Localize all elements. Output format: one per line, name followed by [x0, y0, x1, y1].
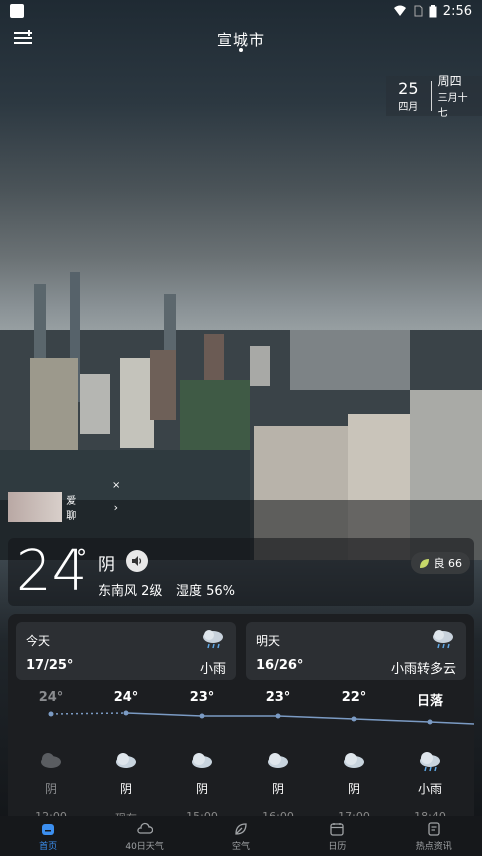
- date-box[interactable]: 25 四月 周四 三月十七: [386, 74, 482, 119]
- today-desc: 小雨: [199, 662, 226, 677]
- hour-condition: 阴: [44, 782, 57, 796]
- cloud-icon: [21, 752, 81, 768]
- aqi-value: 良 66: [433, 557, 463, 570]
- nav-40day[interactable]: 40日天气: [100, 821, 190, 852]
- bottom-nav: 首页 40日天气 空气 日历 热点资讯: [0, 816, 482, 856]
- cloud-icon: [324, 752, 384, 768]
- nav-home[interactable]: 首页: [3, 821, 93, 852]
- nav-calendar[interactable]: 日历: [292, 821, 382, 852]
- hour-condition: 阴: [119, 782, 132, 796]
- calendar-icon: [330, 822, 345, 836]
- hour-temp: 24°: [113, 690, 139, 705]
- aqi-badge[interactable]: 良 66: [410, 552, 470, 574]
- nav-label: 40日天气: [125, 841, 164, 852]
- hour-condition: 阴: [271, 782, 284, 796]
- cloud-icon: [96, 752, 156, 768]
- hour-condition: 小雨: [417, 782, 442, 796]
- ad-banner[interactable]: 爱聊 ›: [8, 492, 118, 522]
- date-month: 四月: [398, 101, 419, 113]
- rain-cloud-icon: [433, 630, 453, 649]
- cloud-icon: [248, 752, 308, 768]
- hour-condition: 阴: [347, 782, 360, 796]
- chevron-right-icon: ›: [113, 500, 118, 514]
- nav-news[interactable]: 热点资讯: [389, 821, 479, 852]
- cloud-icon: [172, 752, 232, 768]
- date-lunar: 三月十七: [437, 93, 468, 119]
- nav-air[interactable]: 空气: [196, 821, 286, 852]
- hour-temp: 23°: [189, 690, 215, 705]
- hour-temp: 22°: [341, 690, 367, 705]
- ad-image: [8, 492, 63, 522]
- hour-temp: 日落: [416, 694, 443, 709]
- date-divider: [430, 81, 432, 111]
- tomorrow-range: 16/26°: [256, 658, 304, 673]
- current-condition: 阴: [98, 555, 115, 575]
- nav-label: 热点资讯: [415, 841, 452, 852]
- leaf-icon: [419, 558, 429, 568]
- humidity-info: 湿度 56%: [176, 584, 236, 599]
- today-label: 今天: [26, 634, 51, 648]
- status-bar: 2:56: [0, 0, 482, 22]
- home-icon: [42, 823, 55, 835]
- nav-label: 日历: [328, 841, 347, 852]
- date-weekday: 周四: [437, 74, 462, 88]
- current-weather-card[interactable]: 24 ° 阴 东南风 2级 湿度 56% 良 66: [8, 538, 474, 606]
- rain-cloud-icon: [203, 630, 223, 649]
- tomorrow-label: 明天: [256, 634, 281, 648]
- city-title[interactable]: 宣城市: [217, 29, 265, 50]
- hour-temp: 24°: [38, 690, 64, 705]
- today-card[interactable]: 今天 17/25° 小雨: [16, 622, 236, 680]
- battery-icon: [429, 4, 437, 17]
- page-indicator: [239, 48, 243, 52]
- rain-cloud-icon: [400, 752, 460, 772]
- speaker-icon: [132, 556, 142, 566]
- ad-close-button[interactable]: ×: [112, 480, 120, 491]
- forecast-panel: 今天 17/25° 小雨 明天 16/26° 小雨转多云 24° 24° 23°: [8, 614, 474, 825]
- tomorrow-card[interactable]: 明天 16/26° 小雨转多云: [246, 622, 466, 680]
- hour-temp: 23°: [265, 690, 291, 705]
- status-time: 2:56: [442, 3, 472, 19]
- nav-label: 空气: [231, 841, 250, 852]
- news-icon: [428, 821, 440, 836]
- today-range: 17/25°: [26, 658, 74, 673]
- ad-label: 爱聊: [66, 496, 77, 522]
- wind-info: 东南风 2级: [98, 584, 163, 599]
- hourly-forecast[interactable]: 24° 24° 23° 23° 22° 日落 阴 阴 阴 阴 阴 小雨 12:0…: [8, 686, 474, 825]
- date-day: 25: [398, 78, 419, 98]
- voice-broadcast-button[interactable]: [126, 550, 148, 572]
- leaf-icon: [235, 822, 247, 835]
- degree-symbol: °: [76, 546, 87, 571]
- hour-condition: 阴: [195, 782, 208, 796]
- notification-icon: [10, 4, 24, 18]
- wifi-icon: [393, 5, 406, 16]
- nav-label: 首页: [39, 841, 58, 852]
- no-sim-icon: [414, 5, 423, 17]
- tomorrow-desc: 小雨转多云: [390, 662, 456, 677]
- cloud-icon: [136, 822, 153, 834]
